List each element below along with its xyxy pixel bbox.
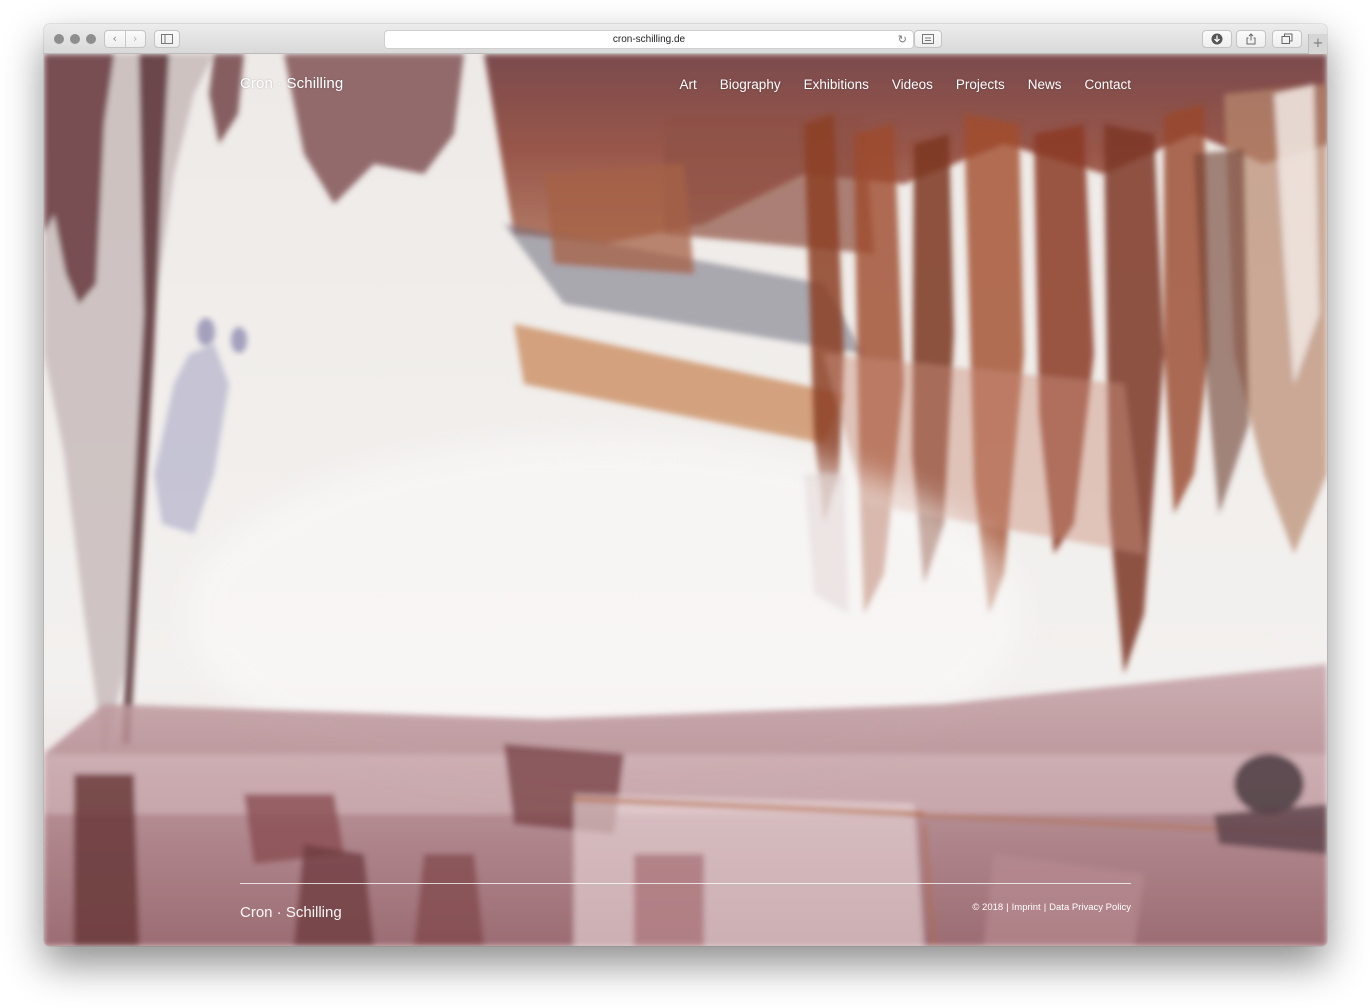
privacy-policy-link[interactable]: Data Privacy Policy (1049, 902, 1131, 913)
hero-watercolor-image (44, 54, 1327, 946)
site-logo[interactable]: Cron · Schilling (240, 75, 343, 92)
history-navigation: ‹ › (104, 30, 146, 48)
plus-icon[interactable]: + (1308, 34, 1327, 54)
main-navigation: Art Biography Exhibitions Videos Project… (680, 77, 1131, 92)
sidebar-icon (161, 34, 173, 44)
chevron-left-icon[interactable]: ‹ (105, 31, 125, 47)
close-window-button[interactable] (54, 34, 64, 44)
footer-logo[interactable]: Cron · Schilling (240, 904, 342, 921)
footer-separator: | (1043, 902, 1047, 913)
share-button[interactable] (1236, 30, 1266, 48)
tab-overview-button[interactable] (1272, 30, 1302, 48)
nav-link-projects[interactable]: Projects (956, 77, 1005, 92)
nav-link-videos[interactable]: Videos (892, 77, 933, 92)
footer-separator: | (1006, 902, 1009, 913)
sidebar-toggle-button[interactable] (154, 30, 180, 48)
share-icon (1246, 33, 1256, 45)
web-page: Cron · Schilling Art Biography Exhibitio… (44, 54, 1327, 946)
zoom-window-button[interactable] (86, 34, 96, 44)
tabs-icon (1281, 33, 1293, 44)
footer-divider (240, 883, 1131, 884)
nav-link-biography[interactable]: Biography (720, 77, 781, 92)
url-text: cron-schilling.de (612, 34, 686, 45)
reload-icon[interactable]: ↻ (898, 31, 907, 48)
browser-window: ‹ › cron-schilling.de ↻ + Cron · Schilli… (44, 24, 1327, 946)
minimize-window-button[interactable] (70, 34, 80, 44)
address-bar[interactable]: cron-schilling.de ↻ (384, 30, 914, 49)
nav-link-art[interactable]: Art (680, 77, 697, 92)
nav-link-contact[interactable]: Contact (1084, 77, 1131, 92)
footer-legal: © 2018 | Imprint | Data Privacy Policy (972, 902, 1131, 913)
reader-button[interactable] (914, 30, 942, 48)
reader-icon (922, 34, 934, 44)
downloads-button[interactable] (1202, 30, 1232, 48)
browser-toolbar: ‹ › cron-schilling.de ↻ + (44, 24, 1327, 54)
copyright-text: © 2018 (972, 902, 1004, 913)
chevron-right-icon[interactable]: › (124, 31, 146, 47)
nav-link-exhibitions[interactable]: Exhibitions (804, 77, 869, 92)
nav-link-news[interactable]: News (1028, 77, 1062, 92)
imprint-link[interactable]: Imprint (1012, 902, 1041, 913)
download-icon (1211, 33, 1223, 45)
